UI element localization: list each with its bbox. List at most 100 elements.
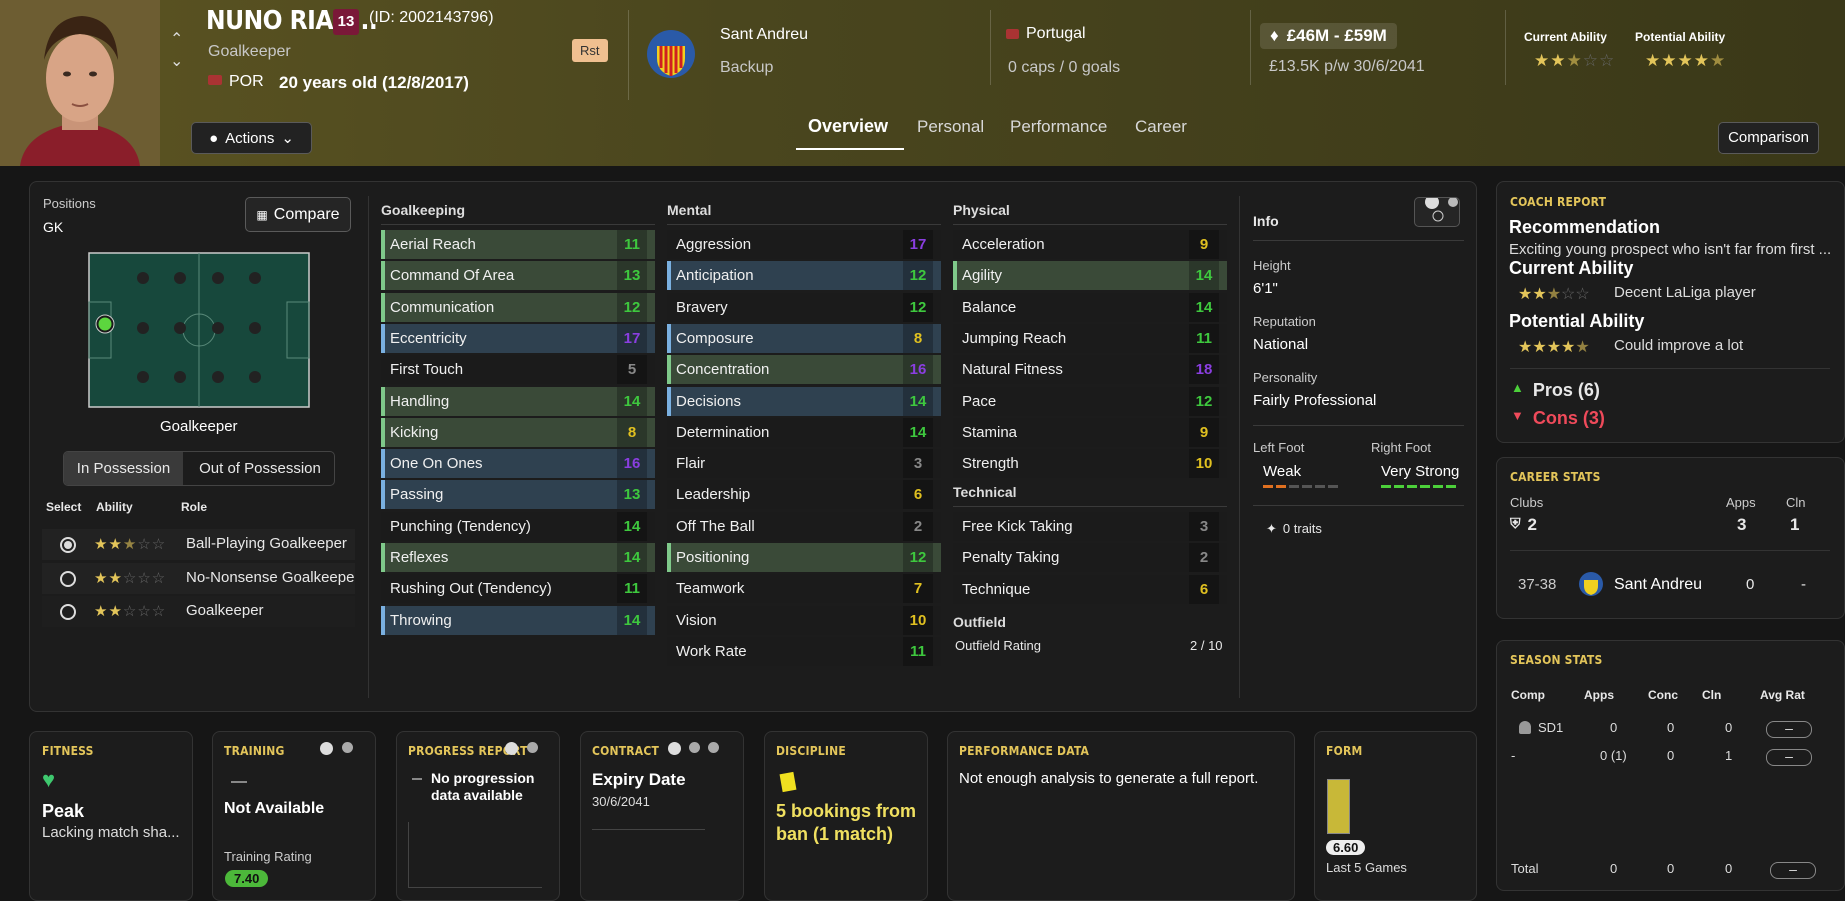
season-cell-comp: - bbox=[1511, 748, 1516, 763]
attribute-name: Pace bbox=[962, 392, 997, 410]
attribute-value: 16 bbox=[617, 449, 647, 479]
discipline-value: 5 bookings from ban (1 match) bbox=[776, 801, 917, 844]
attribute-row: Pace 12 bbox=[953, 386, 1227, 416]
contract-title: CONTRACT bbox=[592, 744, 660, 758]
attribute-name: Natural Fitness bbox=[962, 361, 1063, 379]
fitness-value: Peak bbox=[42, 801, 85, 821]
role-ability-stars: ★★☆☆☆ bbox=[94, 603, 167, 620]
coach-ca-stars: ★★★☆☆ bbox=[1518, 286, 1590, 303]
attribute-value: 6 bbox=[1189, 574, 1219, 604]
player-age: 20 years old (12/8/2017) bbox=[279, 73, 469, 92]
attribute-row: Decisions 14 bbox=[667, 386, 941, 416]
attribute-name: Leadership bbox=[676, 486, 751, 504]
role-radio[interactable] bbox=[60, 570, 76, 587]
attribute-row: Penalty Taking 2 bbox=[953, 543, 1227, 573]
pitch-position-label: Goalkeeper bbox=[160, 418, 238, 435]
attribute-name: One On Ones bbox=[390, 455, 483, 473]
country-name: Portugal bbox=[1026, 25, 1086, 42]
shield-icon: ⛨ bbox=[1510, 515, 1521, 531]
apps-total: 3 bbox=[1737, 515, 1747, 534]
active-tab-indicator bbox=[796, 148, 904, 150]
clubs-count: ⛨ 2 bbox=[1510, 515, 1537, 534]
season-cell-apps: 0 bbox=[1610, 861, 1618, 876]
attribute-name: Communication bbox=[390, 298, 495, 316]
career-club-name[interactable]: Sant Andreu bbox=[1614, 576, 1702, 594]
attribute-value: 14 bbox=[1189, 292, 1219, 322]
transfer-value: ♦ £46M - £59M bbox=[1260, 23, 1397, 49]
goalkeeping-title: Goalkeeping bbox=[381, 202, 655, 225]
role-name: Ball-Playing Goalkeeper bbox=[186, 535, 347, 552]
right-foot-label: Right Foot bbox=[1371, 440, 1431, 455]
tab-overview[interactable]: Overview bbox=[808, 116, 888, 137]
attribute-name: Command Of Area bbox=[390, 267, 515, 285]
attribute-row: Aggression 17 bbox=[667, 230, 941, 259]
attribute-row: Kicking 8 bbox=[381, 417, 655, 447]
player-photo bbox=[0, 0, 160, 166]
out-of-possession-button[interactable]: Out of Possession bbox=[186, 452, 334, 485]
tab-personal[interactable]: Personal bbox=[917, 117, 984, 137]
attribute-name: Throwing bbox=[390, 611, 452, 629]
compare-button[interactable]: ▦ Compare bbox=[245, 197, 351, 232]
attribute-value: 12 bbox=[903, 543, 933, 572]
pros-link[interactable]: ▲ Pros (6) bbox=[1511, 380, 1600, 401]
attribute-value: 14 bbox=[617, 386, 647, 416]
attribute-name: Determination bbox=[676, 423, 770, 441]
attribute-value: 17 bbox=[903, 230, 933, 259]
contract-value: Expiry Date bbox=[592, 770, 686, 789]
next-player-icon[interactable]: ⌄ bbox=[170, 54, 183, 70]
attribute-name: Decisions bbox=[676, 392, 742, 410]
attribute-name: Aerial Reach bbox=[390, 236, 476, 253]
role-radio[interactable] bbox=[60, 537, 76, 553]
role-radio[interactable] bbox=[60, 604, 76, 620]
comparison-button[interactable]: Comparison bbox=[1718, 122, 1819, 154]
avg-rating-button[interactable]: – bbox=[1766, 749, 1812, 766]
attribute-value: 14 bbox=[903, 386, 933, 416]
attribute-row: Vision 10 bbox=[667, 605, 941, 635]
attribute-row: Command Of Area 13 bbox=[381, 261, 655, 291]
tag-icon: ♦ bbox=[1270, 26, 1279, 45]
progress-value: No progression data available bbox=[431, 770, 535, 803]
previous-player-icon[interactable]: ⌃ bbox=[170, 32, 183, 48]
training-toggle-icon[interactable] bbox=[320, 742, 353, 755]
sparkle-icon: ✦ bbox=[1266, 521, 1277, 536]
club-name[interactable]: Sant Andreu bbox=[720, 26, 808, 44]
player-position: Goalkeeper bbox=[208, 43, 291, 60]
avg-rating-button[interactable]: – bbox=[1766, 721, 1812, 738]
season-col-comp: Comp bbox=[1511, 688, 1545, 702]
actions-button[interactable]: ● Actions ⌄ bbox=[191, 122, 312, 154]
tab-performance[interactable]: Performance bbox=[1010, 117, 1107, 137]
attribute-row: First Touch 5 bbox=[381, 355, 655, 385]
attribute-name: Acceleration bbox=[962, 236, 1045, 253]
cons-link[interactable]: ▼ Cons (3) bbox=[1511, 408, 1605, 429]
nation-flag-icon bbox=[208, 75, 222, 85]
in-possession-button[interactable]: In Possession bbox=[64, 452, 183, 485]
attribute-value: 14 bbox=[617, 543, 647, 572]
recommendation-text: Exciting young prospect who isn't far fr… bbox=[1509, 241, 1832, 258]
attribute-name: Agility bbox=[962, 267, 1003, 285]
info-options-button[interactable] bbox=[1414, 195, 1460, 227]
traits[interactable]: ✦ 0 traits bbox=[1266, 521, 1322, 537]
tab-career[interactable]: Career bbox=[1135, 117, 1187, 137]
technical-title: Technical bbox=[953, 484, 1227, 507]
attribute-value: 9 bbox=[1189, 230, 1219, 259]
attribute-name: Balance bbox=[962, 298, 1017, 316]
attribute-row: Off The Ball 2 bbox=[667, 511, 941, 541]
attribute-name: Jumping Reach bbox=[962, 329, 1067, 347]
season-cell-conc: 0 bbox=[1667, 861, 1675, 876]
role-ability-stars: ★★☆☆☆ bbox=[94, 569, 167, 587]
attribute-row: Technique 6 bbox=[953, 574, 1227, 604]
attribute-value: 14 bbox=[617, 511, 647, 541]
attribute-row: Acceleration 9 bbox=[953, 230, 1227, 259]
contract-toggle-icon[interactable] bbox=[668, 742, 719, 755]
attribute-value: 13 bbox=[617, 261, 647, 291]
attribute-name: Kicking bbox=[390, 423, 439, 441]
avg-rating-button[interactable]: – bbox=[1770, 862, 1816, 879]
attribute-row: Natural Fitness 18 bbox=[953, 355, 1227, 385]
select-col-header: Select bbox=[46, 500, 82, 514]
competition-icon bbox=[1519, 721, 1531, 734]
progress-toggle-icon[interactable] bbox=[505, 742, 538, 755]
attribute-name: Composure bbox=[676, 329, 754, 347]
attribute-row: Positioning 12 bbox=[667, 543, 941, 572]
coach-ca-heading: Current Ability bbox=[1509, 258, 1634, 278]
attribute-name: Technique bbox=[962, 580, 1031, 598]
